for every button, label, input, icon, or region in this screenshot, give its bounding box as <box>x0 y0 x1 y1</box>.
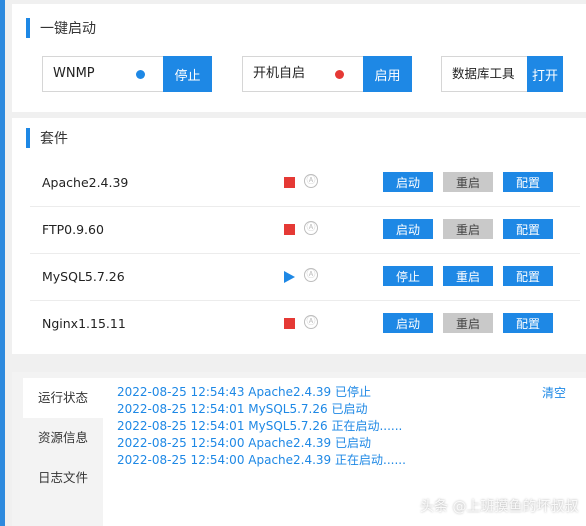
stopped-icon <box>284 318 295 329</box>
restart-button[interactable]: 重启 <box>443 172 493 192</box>
suite-row-ftp: FTP0.9.60 Ⓐ 启动 重启 配置 <box>30 207 580 254</box>
log-entry: 2022-08-25 12:54:01 MySQL5.7.26 正在启动....… <box>117 419 403 433</box>
db-tool-label: 数据库工具 <box>452 66 515 81</box>
restart-button[interactable]: 重启 <box>443 266 493 286</box>
service-name: Nginx1.15.11 <box>42 316 126 331</box>
auto-start-icon[interactable]: Ⓐ <box>304 174 318 188</box>
db-tool-control: 数据库工具 打开 <box>441 56 563 92</box>
tab-run-status[interactable]: 运行状态 <box>23 378 103 418</box>
stopped-icon <box>284 224 295 235</box>
config-button[interactable]: 配置 <box>503 172 553 192</box>
quick-start-title: 一键启动 <box>40 21 96 37</box>
start-button[interactable]: 启动 <box>383 313 433 333</box>
auto-start-icon[interactable]: Ⓐ <box>304 221 318 235</box>
tab-resource-info[interactable]: 资源信息 <box>23 418 103 458</box>
log-entry: 2022-08-25 12:54:00 Apache2.4.39 正在启动...… <box>117 453 406 467</box>
auto-start-icon[interactable]: Ⓐ <box>304 315 318 329</box>
running-icon <box>284 271 295 283</box>
wnmp-label: WNMP <box>53 66 95 81</box>
section-marker <box>26 18 30 38</box>
tab-log-files[interactable]: 日志文件 <box>23 458 103 498</box>
suite-row-nginx: Nginx1.15.11 Ⓐ 启动 重启 配置 <box>30 301 580 347</box>
suite-header: 套件 <box>26 128 68 148</box>
config-button[interactable]: 配置 <box>503 313 553 333</box>
stop-button[interactable]: 停止 <box>383 266 433 286</box>
clear-log-link[interactable]: 清空 <box>542 384 566 401</box>
service-name: FTP0.9.60 <box>42 222 104 237</box>
status-tabs: 运行状态 资源信息 日志文件 <box>23 378 103 526</box>
suite-title: 套件 <box>40 131 68 147</box>
log-entry: 2022-08-25 12:54:43 Apache2.4.39 已停止 <box>117 385 372 399</box>
wnmp-control: WNMP 停止 <box>42 56 212 92</box>
window-accent-bar <box>0 0 5 526</box>
wnmp-status-dot <box>136 70 145 79</box>
suite-panel: 套件 Apache2.4.39 Ⓐ 启动 重启 配置 FTP0.9.60 Ⓐ 启… <box>12 118 586 354</box>
watermark-text: 头条 @上班摸鱼的坏叔叔 <box>420 499 579 515</box>
autostart-status-dot <box>335 70 344 79</box>
stopped-icon <box>284 177 295 188</box>
suite-row-apache: Apache2.4.39 Ⓐ 启动 重启 配置 <box>30 160 580 207</box>
section-marker <box>26 128 30 148</box>
suite-row-mysql: MySQL5.7.26 Ⓐ 停止 重启 配置 <box>30 254 580 301</box>
auto-start-icon[interactable]: Ⓐ <box>304 268 318 282</box>
start-button[interactable]: 启动 <box>383 172 433 192</box>
quick-start-header: 一键启动 <box>26 18 96 38</box>
start-button[interactable]: 启动 <box>383 219 433 239</box>
db-tool-open-button[interactable]: 打开 <box>527 56 563 92</box>
config-button[interactable]: 配置 <box>503 219 553 239</box>
restart-button[interactable]: 重启 <box>443 219 493 239</box>
service-name: MySQL5.7.26 <box>42 269 125 284</box>
autostart-label: 开机自启 <box>253 66 306 81</box>
log-entry: 2022-08-25 12:54:01 MySQL5.7.26 已启动 <box>117 402 368 416</box>
config-button[interactable]: 配置 <box>503 266 553 286</box>
quick-start-panel: 一键启动 WNMP 停止 开机自启 启用 数据库工具 打开 <box>12 4 586 112</box>
autostart-control: 开机自启 启用 <box>242 56 412 92</box>
autostart-enable-button[interactable]: 启用 <box>363 56 412 92</box>
wnmp-stop-button[interactable]: 停止 <box>163 56 212 92</box>
log-entry: 2022-08-25 12:54:00 Apache2.4.39 已启动 <box>117 436 372 450</box>
restart-button[interactable]: 重启 <box>443 313 493 333</box>
service-name: Apache2.4.39 <box>42 175 129 190</box>
